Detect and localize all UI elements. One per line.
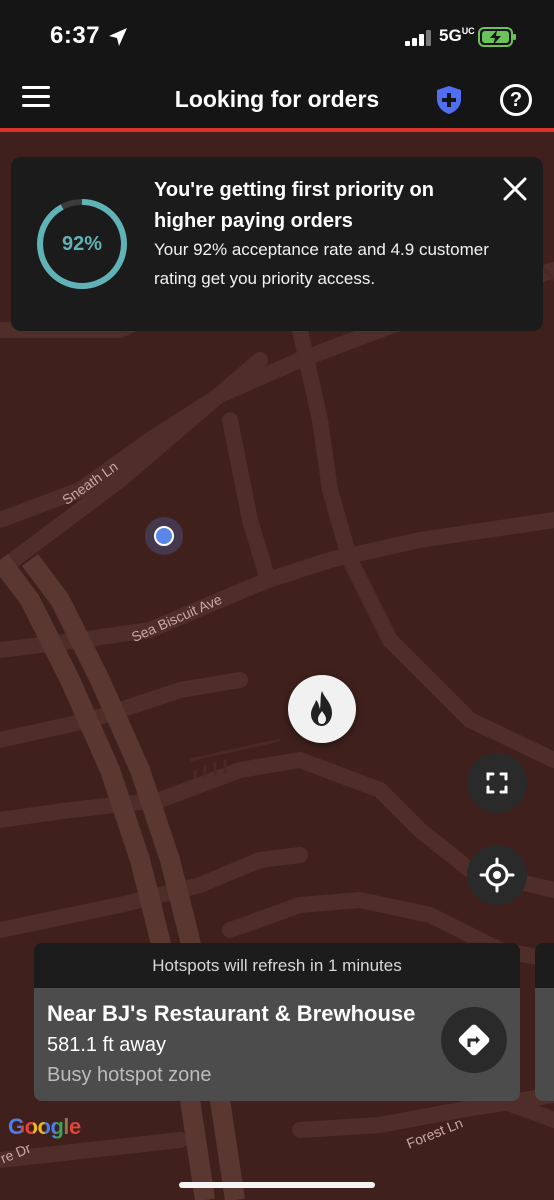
network-type: 5GUC	[439, 26, 475, 45]
safety-shield-icon[interactable]	[434, 84, 464, 116]
priority-access-card: 92% You're getting first priority on hig…	[11, 157, 543, 331]
recenter-button[interactable]	[467, 845, 527, 905]
priority-title: You're getting first priority on higher …	[154, 179, 434, 232]
expand-map-button[interactable]	[467, 753, 527, 813]
status-bar: 6:37 5GUC	[0, 0, 554, 72]
app-header: Looking for orders ?	[0, 72, 554, 128]
google-logo: Google	[8, 1114, 81, 1139]
priority-body: Your 92% acceptance rate and 4.9 custome…	[154, 240, 489, 288]
expand-frame-icon	[486, 772, 508, 794]
hotspot-card[interactable]: Near BJ's Restaurant & Brewhouse 581.1 f…	[34, 988, 520, 1101]
directions-turn-icon	[458, 1024, 490, 1056]
close-icon[interactable]	[501, 175, 529, 203]
hotspot-refresh-banner: Hotspots will refresh in 1 minutes	[34, 943, 520, 988]
recenter-location-icon	[479, 857, 515, 893]
directions-button[interactable]	[441, 1007, 507, 1073]
next-hotspot-card-peek[interactable]	[535, 943, 554, 1101]
hotspot-zone: Busy hotspot zone	[47, 1064, 212, 1086]
status-time: 6:37	[50, 22, 101, 49]
help-icon[interactable]: ?	[500, 84, 532, 116]
signal-bars-icon	[405, 30, 431, 46]
hotspot-flame-icon	[311, 691, 332, 726]
page-title: Looking for orders	[174, 86, 380, 112]
acceptance-rate-label: 92%	[61, 233, 103, 255]
location-arrow-icon	[109, 28, 127, 46]
user-location-dot	[145, 517, 183, 555]
hotspot-distance: 581.1 ft away	[47, 1034, 166, 1056]
battery-charging-icon	[478, 27, 516, 47]
home-indicator[interactable]	[179, 1182, 375, 1188]
hotspot-name: Near BJ's Restaurant & Brewhouse	[47, 1001, 416, 1026]
hotspot-flame-button[interactable]	[288, 675, 356, 743]
